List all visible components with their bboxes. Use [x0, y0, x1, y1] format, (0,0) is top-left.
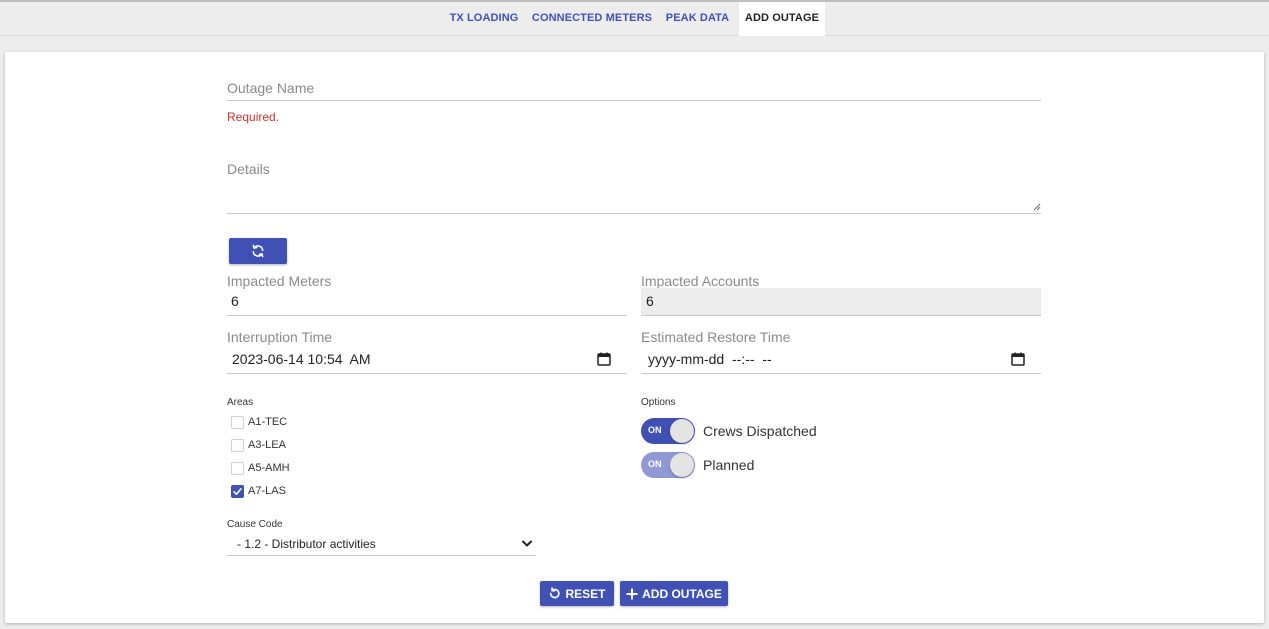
interruption-time-value: 2023-06-14 10:54 AM: [232, 351, 371, 367]
impacted-meters-label: Impacted Meters: [227, 273, 332, 289]
details-underline: [227, 213, 1041, 214]
interruption-time-underline: [227, 373, 627, 374]
details-label: Details: [227, 161, 270, 177]
check-icon: [233, 487, 242, 495]
impacted-accounts-underline: [641, 315, 1041, 316]
calendar-icon[interactable]: [1011, 352, 1025, 366]
outage-name-field[interactable]: Outage Name: [227, 76, 1041, 102]
tab-bar: TX LOADING CONNECTED METERS PEAK DATA AD…: [0, 2, 1269, 36]
area-checkbox-a5-amh[interactable]: [231, 462, 244, 475]
area-label-a7-las: A7-LAS: [248, 485, 286, 497]
crews-dispatched-toggle-state: ON: [648, 425, 662, 435]
cause-code-underline: [227, 555, 536, 556]
interruption-time-input[interactable]: 2023-06-14 10:54 AM: [227, 346, 627, 373]
impacted-accounts-value: 6: [646, 293, 654, 309]
cause-code-value: - 1.2 - Distributor activities: [237, 537, 376, 551]
planned-toggle-state: ON: [648, 459, 662, 469]
reset-icon: [550, 587, 561, 599]
add-outage-card: Outage Name Required. Details Impacted M…: [5, 52, 1264, 623]
planned-label: Planned: [703, 457, 755, 473]
refresh-icon: [252, 244, 264, 258]
details-field[interactable]: Details: [227, 156, 1041, 214]
resize-handle-icon[interactable]: [1033, 203, 1041, 211]
impacted-accounts-label: Impacted Accounts: [641, 273, 760, 289]
area-checkbox-a3-lea[interactable]: [231, 439, 244, 452]
outage-name-error: Required.: [227, 110, 280, 124]
estimated-restore-time-label: Estimated Restore Time: [641, 329, 791, 345]
tab-tx-loading[interactable]: TX LOADING: [445, 2, 523, 36]
estimated-restore-time-underline: [641, 373, 1041, 374]
impacted-meters-underline: [227, 315, 627, 316]
planned-toggle[interactable]: ON: [641, 452, 695, 478]
area-label-a3-lea: A3-LEA: [248, 439, 286, 451]
reset-button-label: RESET: [565, 586, 606, 601]
cause-code-select[interactable]: - 1.2 - Distributor activities: [227, 533, 536, 555]
options-label: Options: [641, 397, 676, 408]
calendar-icon[interactable]: [597, 352, 611, 366]
toggle-knob: [670, 419, 694, 443]
area-label-a5-amh: A5-AMH: [248, 462, 290, 474]
add-outage-button-label: ADD OUTAGE: [642, 586, 722, 601]
tab-peak-data[interactable]: PEAK DATA: [661, 2, 734, 36]
plus-icon: [626, 588, 638, 599]
outage-name-underline: [227, 100, 1041, 101]
area-label-a1-tec: A1-TEC: [248, 416, 288, 428]
chevron-down-icon: [522, 540, 532, 547]
areas-label: Areas: [227, 397, 254, 408]
area-checkbox-a7-las[interactable]: [231, 485, 244, 498]
crews-dispatched-toggle[interactable]: ON: [641, 418, 695, 444]
tab-connected-meters[interactable]: CONNECTED METERS: [530, 2, 654, 36]
cause-code-label: Cause Code: [227, 519, 283, 530]
outage-name-label: Outage Name: [227, 80, 315, 96]
estimated-restore-time-input[interactable]: yyyy-mm-dd --:-- --: [641, 346, 1041, 373]
crews-dispatched-label: Crews Dispatched: [703, 423, 817, 439]
area-checkbox-a1-tec[interactable]: [231, 416, 244, 429]
estimated-restore-time-value: yyyy-mm-dd --:-- --: [648, 351, 772, 367]
impacted-meters-input[interactable]: 6: [227, 288, 627, 315]
impacted-accounts-input: 6: [641, 288, 1041, 315]
reset-button[interactable]: RESET: [540, 581, 614, 606]
interruption-time-label: Interruption Time: [227, 329, 333, 345]
add-outage-button[interactable]: ADD OUTAGE: [620, 581, 728, 606]
refresh-button[interactable]: [229, 238, 287, 264]
toggle-knob: [670, 453, 694, 477]
impacted-meters-value: 6: [231, 293, 239, 309]
tab-add-outage[interactable]: ADD OUTAGE: [739, 2, 825, 36]
